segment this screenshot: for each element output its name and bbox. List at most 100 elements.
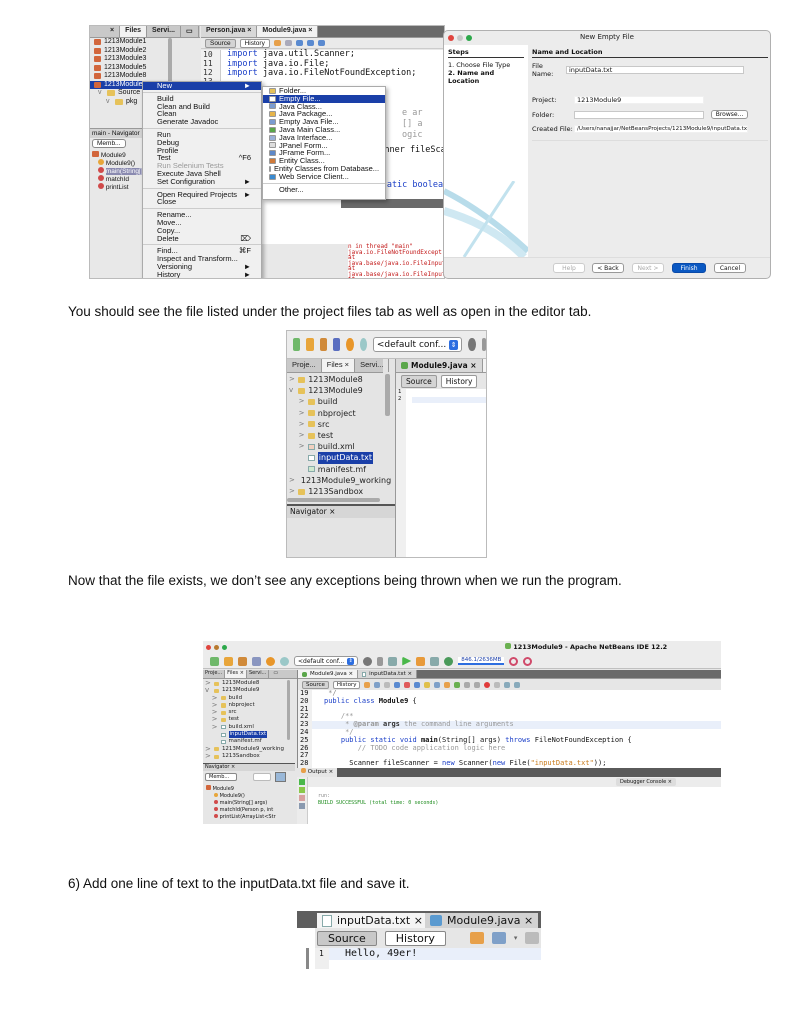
tree-item[interactable]: v 1213Module9 <box>205 686 285 694</box>
tab-files[interactable]: Files × <box>225 670 247 678</box>
navigator-options-button[interactable] <box>275 772 286 782</box>
tab-person-java[interactable]: Person.java × <box>201 26 258 37</box>
source-button[interactable]: Source <box>205 38 236 48</box>
finish-button[interactable]: Finish <box>672 263 706 273</box>
code-editor[interactable]: 1 Hello, 49er! <box>315 948 541 969</box>
navigator-filter-combo[interactable]: Memb... <box>205 773 237 781</box>
file-name-input[interactable]: inputData.txt <box>566 66 744 74</box>
profile-icon[interactable] <box>430 656 440 666</box>
open-project-icon[interactable] <box>238 656 247 666</box>
next-bookmark-icon[interactable] <box>454 681 461 688</box>
source-button[interactable]: Source <box>302 680 329 689</box>
tree-item[interactable]: >1213Module8 <box>205 679 285 687</box>
horizontal-scrollbar[interactable] <box>287 498 380 502</box>
tab-module9-java[interactable]: Module9.java × <box>257 26 319 37</box>
configuration-combo[interactable]: <default conf... ⇕ <box>294 656 359 666</box>
chevron-right-icon[interactable]: > <box>299 430 305 441</box>
navigator-item[interactable]: main(String[] args) <box>206 800 276 807</box>
tab-inputdata-txt[interactable]: inputData.txt × <box>317 913 428 928</box>
next-button[interactable]: Next > <box>632 263 664 273</box>
project-item[interactable]: 1213Module5 <box>90 64 200 73</box>
chevron-down-icon[interactable]: v <box>205 686 211 694</box>
stop-icon[interactable] <box>299 795 305 801</box>
tab-projects-close[interactable]: × <box>90 26 121 37</box>
chevron-right-icon[interactable]: > <box>289 475 295 486</box>
context-menu-item[interactable]: Generate Javadoc <box>143 118 261 126</box>
navigator-item[interactable]: Module9 <box>206 785 276 793</box>
dropdown-arrow-icon[interactable]: ▾ <box>514 934 518 942</box>
submenu-item[interactable]: Other... <box>263 185 385 194</box>
back-button[interactable]: < Back <box>592 263 624 273</box>
navigator-sort-combo[interactable] <box>253 773 271 781</box>
save-all-icon[interactable] <box>332 338 341 351</box>
context-menu-item[interactable]: History ► <box>143 270 261 278</box>
tab-services[interactable]: Servi... <box>247 670 270 678</box>
tree-item[interactable]: v 1213Module9 <box>289 385 383 396</box>
chevron-right-icon[interactable]: > <box>299 396 305 407</box>
close-window-button[interactable] <box>206 645 211 650</box>
minimize-panel-button[interactable]: ▭ <box>181 26 199 37</box>
redo-icon[interactable] <box>359 338 367 351</box>
new-project-icon[interactable] <box>306 338 314 351</box>
gc-icon[interactable] <box>509 656 519 666</box>
rerun-icon[interactable] <box>299 779 305 785</box>
source-button[interactable]: Source <box>317 930 377 946</box>
find-icon[interactable] <box>394 681 401 688</box>
tree-item[interactable]: > src <box>289 419 383 430</box>
undo-icon[interactable] <box>266 656 275 666</box>
tab-projects[interactable]: Proje... <box>203 670 226 678</box>
profile-ide-icon[interactable] <box>523 656 533 666</box>
tree-item[interactable]: inputData.txt <box>289 452 383 464</box>
project-item[interactable]: 1213Module1 <box>90 38 200 47</box>
stop-macro-icon[interactable] <box>494 681 501 688</box>
tree-item[interactable]: >1213Sandbox <box>205 752 285 760</box>
tree-item[interactable]: >1213Module9_working <box>289 475 391 486</box>
chevron-right-icon[interactable]: > <box>205 752 211 760</box>
chevron-right-icon[interactable]: > <box>212 723 218 731</box>
find-next-icon[interactable] <box>414 681 421 688</box>
tab-module9-java[interactable]: Module9.java × <box>425 913 539 928</box>
forward-icon[interactable] <box>491 932 506 944</box>
toggle-highlight-icon[interactable] <box>424 681 431 688</box>
tree-item[interactable]: > src <box>205 708 285 716</box>
undo-icon[interactable] <box>346 338 354 351</box>
toggle-bookmark-icon[interactable] <box>434 681 441 688</box>
submenu-item[interactable]: Web Service Client... <box>263 172 385 181</box>
source-button[interactable]: Source <box>401 374 437 388</box>
history-button[interactable]: History <box>332 680 361 689</box>
last-edit-icon[interactable] <box>384 681 391 688</box>
chevron-down-icon[interactable]: v <box>289 385 295 396</box>
maximize-window-button[interactable] <box>222 645 227 650</box>
context-menu-item[interactable]: New ► <box>143 82 261 90</box>
context-menu-item[interactable]: Close <box>143 198 261 206</box>
redo-icon[interactable] <box>280 656 289 666</box>
history-button[interactable]: History <box>239 38 270 48</box>
uncomment-icon[interactable] <box>514 681 521 688</box>
tab-files[interactable]: Files × <box>321 359 356 372</box>
memory-indicator[interactable]: 846.1/2636MB <box>458 657 505 665</box>
tab-debugger-console[interactable]: Debugger Console × <box>616 778 676 786</box>
navigator-item[interactable]: Module9() <box>206 793 276 800</box>
find-icon[interactable] <box>295 40 303 46</box>
tree-item[interactable]: > nbproject <box>205 701 285 709</box>
tab-inputdata-txt[interactable]: inputData.txt × <box>358 670 418 678</box>
cancel-button[interactable]: Cancel <box>714 263 746 273</box>
clean-build-icon[interactable] <box>388 656 398 666</box>
navigator-item[interactable]: matchId(Person p, int <box>206 807 276 814</box>
navigator-tab[interactable]: Navigator × <box>287 504 395 518</box>
settings-icon[interactable] <box>299 803 305 809</box>
chevron-right-icon[interactable]: > <box>299 408 305 419</box>
tree-item[interactable]: inputData.txt <box>205 731 285 739</box>
tree-item[interactable]: > nbproject <box>289 408 383 419</box>
tree-item[interactable]: > build.xml <box>205 723 285 731</box>
build-icon[interactable] <box>377 656 384 666</box>
tab-files[interactable]: Files <box>120 26 148 37</box>
globe-icon[interactable] <box>468 338 476 351</box>
new-project-icon[interactable] <box>224 656 233 666</box>
new-file-icon[interactable] <box>210 656 219 666</box>
last-edit-icon[interactable] <box>525 932 540 944</box>
open-project-icon[interactable] <box>319 338 327 351</box>
rerun-params-icon[interactable] <box>299 787 305 793</box>
tab-projects[interactable]: Proje... <box>287 359 322 372</box>
run-icon[interactable] <box>402 656 412 666</box>
